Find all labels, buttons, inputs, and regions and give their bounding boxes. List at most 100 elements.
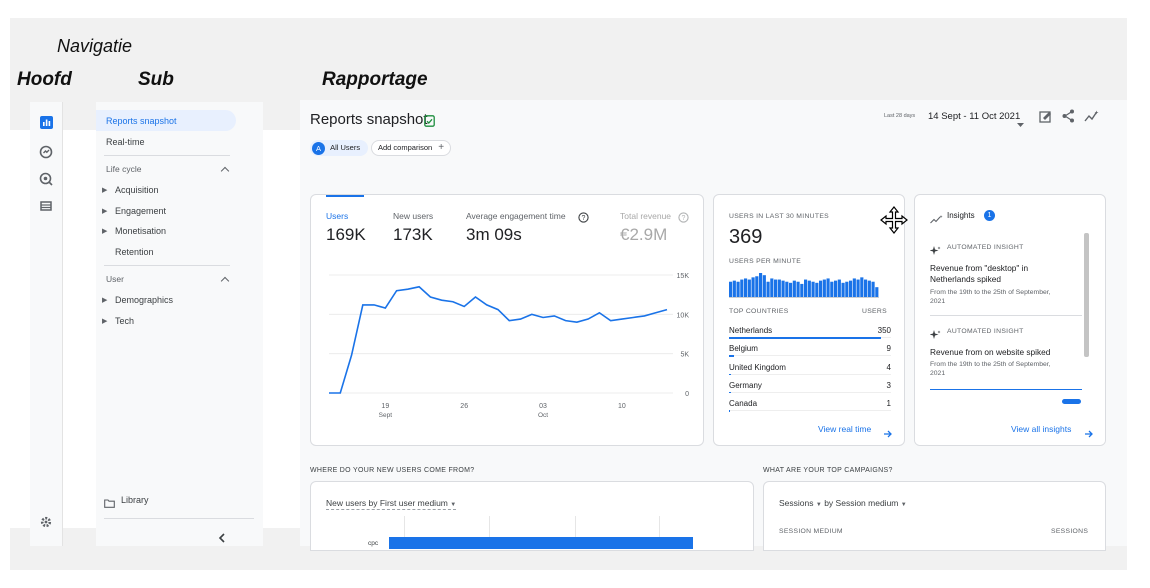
minute-bar <box>740 279 744 297</box>
subnav-demographics[interactable]: Demographics <box>115 295 173 305</box>
minute-bar <box>804 279 808 297</box>
subnav-section-life-cycle[interactable]: Life cycle <box>106 164 141 174</box>
all-users-chip[interactable]: A All Users <box>310 140 369 156</box>
minute-bar <box>834 280 838 297</box>
minute-bar <box>871 281 875 297</box>
section-top-campaigns: WHAT ARE YOUR TOP CAMPAIGNS? <box>763 467 893 474</box>
collapse-chevron-icon[interactable] <box>218 530 226 548</box>
minute-bar <box>766 281 770 297</box>
users-per-minute-label: USERS PER MINUTE <box>729 258 802 265</box>
selector-metric: Sessions <box>779 498 814 508</box>
insight-headline[interactable]: Revenue from on website spiked <box>930 347 1050 358</box>
share-icon[interactable] <box>1062 109 1075 128</box>
minute-bar <box>845 281 849 297</box>
users-series-line <box>329 285 668 394</box>
table-icon[interactable] <box>38 198 54 214</box>
chevron-up-icon[interactable] <box>220 276 230 286</box>
date-range-label: Last 28 days <box>884 113 916 119</box>
add-comparison-label: Add comparison <box>378 143 433 152</box>
edit-report-icon[interactable] <box>1039 110 1052 128</box>
row-divider <box>729 355 891 357</box>
row-divider <box>729 373 891 375</box>
help-icon[interactable]: ? <box>578 210 589 228</box>
subnav-library[interactable]: Library <box>121 495 149 505</box>
country-name: Belgium <box>729 344 758 354</box>
subnav-monetisation[interactable]: Monetisation <box>115 226 166 236</box>
bar-cpc <box>389 537 693 549</box>
table-row[interactable]: Canada 1 <box>729 398 891 415</box>
minute-bar <box>819 280 823 297</box>
minute-bar <box>736 281 740 297</box>
dropdown-caret-icon[interactable] <box>1017 115 1024 133</box>
metric-revenue-value: €2.9M <box>620 225 668 244</box>
bar-label-cpc: cpc <box>368 540 379 547</box>
bar-chart-icon[interactable] <box>40 116 53 129</box>
table-row[interactable]: United Kingdom 4 <box>729 362 891 379</box>
realtime-gauge-icon[interactable] <box>38 144 54 160</box>
minute-bar <box>864 279 868 297</box>
subnav-acquisition[interactable]: Acquisition <box>115 185 159 195</box>
subnav-engagement[interactable]: Engagement <box>115 206 166 216</box>
insight-detail: From the 19th to the 25th of September, <box>930 289 1051 296</box>
minute-bar <box>800 283 804 297</box>
svg-text:?: ? <box>682 215 686 222</box>
country-share-bar <box>729 391 731 394</box>
sparkle-icon <box>929 243 941 261</box>
minute-bar <box>762 275 766 297</box>
top-countries-header: TOP COUNTRIES <box>729 308 789 315</box>
subnav-retention[interactable]: Retention <box>115 247 154 257</box>
insight-headline[interactable]: Revenue from "desktop" in <box>930 263 1028 274</box>
minute-bar <box>860 277 864 297</box>
caret-right-icon: ▶ <box>102 208 108 215</box>
subnav-section-user[interactable]: User <box>106 274 124 284</box>
chevron-up-icon[interactable] <box>220 166 230 176</box>
insights-sparkle-icon[interactable] <box>1084 110 1099 128</box>
metric-users-label[interactable]: Users <box>326 211 348 221</box>
row-divider <box>729 410 891 412</box>
view-real-time-link[interactable]: View real time <box>818 424 871 434</box>
new-users-selector[interactable]: New users by First user medium ▼ <box>326 498 457 510</box>
caret-right-icon: ▶ <box>102 187 108 194</box>
country-users: 3 <box>886 380 891 390</box>
arrow-right-icon[interactable] <box>884 425 893 443</box>
subnav-reports-snapshot[interactable]: Reports snapshot <box>106 116 177 126</box>
dropdown-caret-icon: ▼ <box>900 502 907 508</box>
screenshot-stage: Navigatie Hoofd Sub Rapportage Reports s… <box>0 0 1150 588</box>
metric-new-users-value: 173K <box>393 225 433 244</box>
view-all-insights-link[interactable]: View all insights <box>1011 424 1071 434</box>
metric-revenue-label[interactable]: Total revenue <box>620 211 675 221</box>
gear-icon[interactable] <box>38 514 54 530</box>
help-icon[interactable]: ? <box>678 210 689 228</box>
arrow-right-icon[interactable] <box>1085 425 1094 443</box>
country-users: 1 <box>886 399 891 409</box>
add-comparison-chip[interactable]: Add comparison + <box>371 140 452 156</box>
section-new-users-source: WHERE DO YOUR NEW USERS COME FROM? <box>310 467 475 474</box>
subnav-real-time[interactable]: Real-time <box>106 137 145 147</box>
metric-engagement-label[interactable]: Average engagement time <box>466 211 566 221</box>
svg-text:?: ? <box>582 215 586 222</box>
metric-engagement-value: 3m 09s <box>466 225 522 244</box>
sessions-selector[interactable]: Sessions ▼ by Session medium ▼ <box>779 498 907 508</box>
insight-detail: 2021 <box>930 298 946 305</box>
table-row[interactable]: Belgium 9 <box>729 343 891 360</box>
minute-bar <box>747 279 751 297</box>
users-per-minute-chart <box>729 273 879 298</box>
minute-bar <box>789 282 793 297</box>
caret-right-icon: ▶ <box>102 228 108 235</box>
x-tick-sublabel: Sept <box>379 412 393 419</box>
date-range-picker[interactable]: 14 Sept - 11 Oct 2021 <box>928 111 1020 122</box>
explore-icon[interactable] <box>38 171 54 187</box>
partial-chip <box>1062 399 1081 404</box>
metric-new-users-label[interactable]: New users <box>393 211 433 221</box>
selector-dimension: by First user medium <box>368 498 448 508</box>
minute-bar <box>732 280 736 297</box>
row-divider <box>729 391 891 393</box>
insight-divider <box>930 315 1082 316</box>
active-metric-indicator <box>326 195 364 197</box>
insights-scrollbar[interactable] <box>1084 233 1089 357</box>
table-row[interactable]: Germany 3 <box>729 380 891 397</box>
insight-headline[interactable]: Netherlands spiked <box>930 274 1001 285</box>
minute-bar <box>826 278 830 297</box>
subnav-tech[interactable]: Tech <box>115 316 134 326</box>
table-row[interactable]: Netherlands 350 <box>729 325 891 342</box>
